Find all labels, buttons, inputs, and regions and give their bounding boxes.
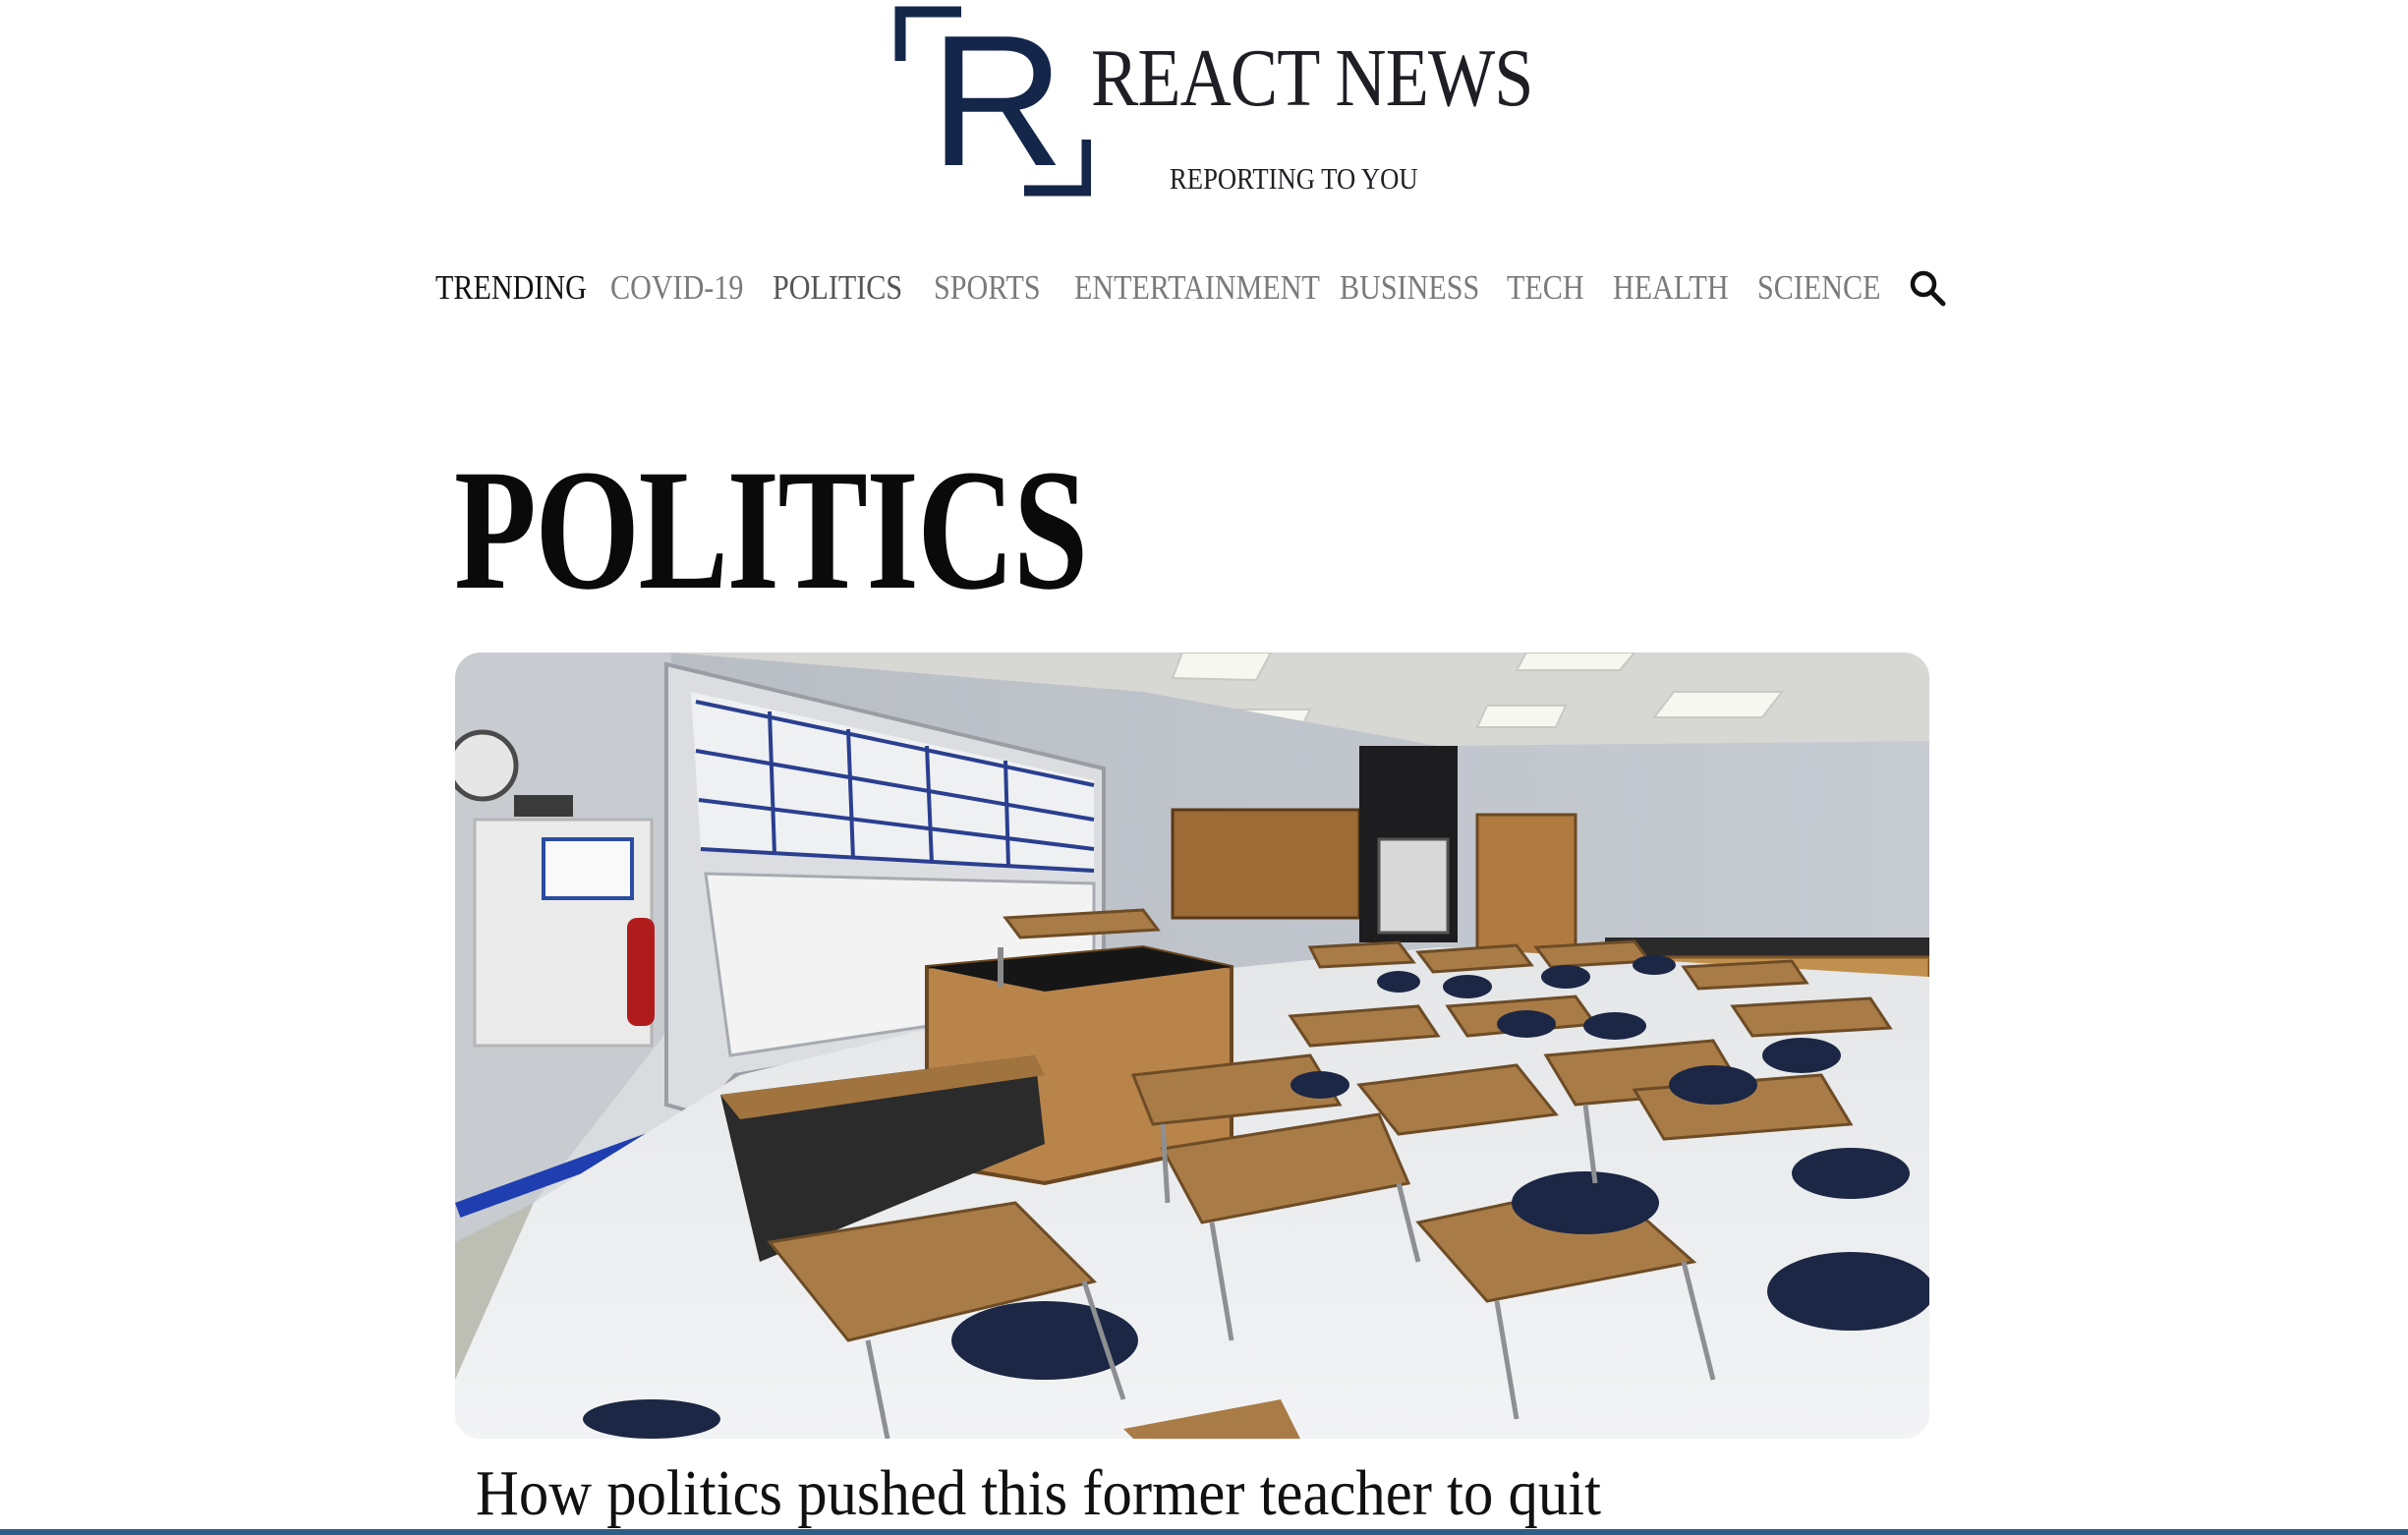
nav-item-entertainment[interactable]: ENTERTAINMENT (1074, 263, 1320, 313)
brand-name: REACT NEWS (1091, 32, 1533, 124)
brand-tagline: REPORTING TO YOU (1170, 161, 1418, 196)
nav-item-trending[interactable]: TRENDING (435, 263, 587, 313)
bottom-divider (0, 1529, 2408, 1535)
site-logo[interactable]: R REACT NEWS REPORTING TO YOU (894, 6, 1533, 202)
classroom-illustration (455, 653, 1929, 1439)
search-icon[interactable] (1908, 268, 1947, 308)
article-hero-image[interactable] (455, 653, 1929, 1439)
page-title: POLITICS (454, 434, 1088, 626)
article-headline[interactable]: How politics pushed this former teacher … (476, 1457, 1601, 1530)
nav-item-business[interactable]: BUSINESS (1340, 263, 1479, 313)
logo-mark-icon: R (894, 6, 1091, 197)
nav-item-politics[interactable]: POLITICS (773, 263, 902, 313)
nav-item-sports[interactable]: SPORTS (934, 263, 1041, 313)
nav-item-tech[interactable]: TECH (1507, 263, 1584, 313)
nav-item-covid-19[interactable]: COVID-19 (610, 263, 743, 313)
main-nav: TRENDING COVID-19 POLITICS SPORTS ENTERT… (435, 263, 1949, 313)
logo-letter: R (930, 6, 1064, 197)
nav-item-health[interactable]: HEALTH (1613, 263, 1729, 313)
nav-item-science[interactable]: SCIENCE (1757, 263, 1880, 313)
